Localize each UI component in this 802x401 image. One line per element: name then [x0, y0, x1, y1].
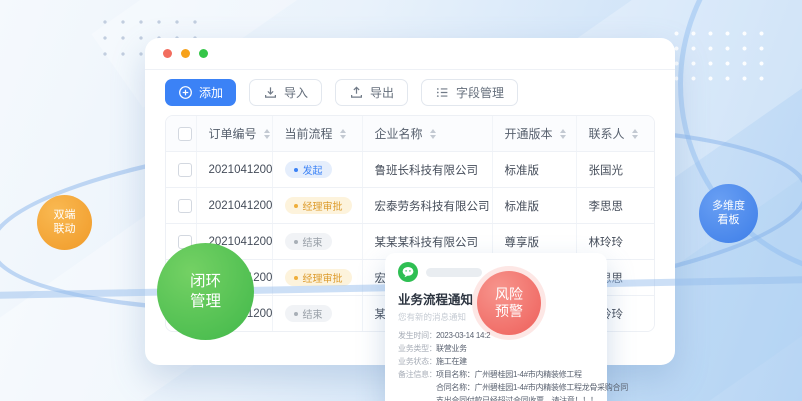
sort-icon[interactable]	[632, 129, 638, 139]
stage-label: 经理审批	[303, 198, 343, 213]
badge-label: 联动	[54, 223, 76, 237]
field-manage-button[interactable]: 字段管理	[421, 79, 518, 106]
export-button[interactable]: 导出	[335, 79, 408, 106]
row-checkbox[interactable]	[178, 199, 192, 213]
order-no-cell: 20210412001	[196, 152, 272, 188]
import-button-label: 导入	[284, 84, 308, 101]
stage-tag: 发起	[285, 161, 332, 178]
import-button[interactable]: 导入	[249, 79, 322, 106]
sort-icon[interactable]	[430, 129, 436, 139]
field-label: 备注信息：	[398, 368, 436, 381]
stage-label: 经理审批	[303, 270, 343, 285]
toolbar: 添加 导入 导出 字段管理	[145, 70, 675, 106]
version-cell: 标准版	[492, 152, 576, 188]
badge-dual-linkage: 双端 联动	[37, 195, 92, 250]
import-icon	[263, 85, 278, 100]
table-header-row: 订单编号 当前流程 企业名称 开通版本 联系人	[166, 116, 655, 152]
row-checkbox[interactable]	[178, 163, 192, 177]
column-header-label: 开通版本	[505, 125, 553, 142]
window-titlebar	[145, 38, 675, 70]
badge-label: 双端	[54, 209, 76, 223]
column-header[interactable]: 开通版本	[492, 116, 576, 152]
traffic-light-yellow-icon[interactable]	[181, 49, 190, 58]
field-label: 发生时间：	[398, 329, 436, 342]
badge-label: 看板	[718, 214, 740, 228]
table-row[interactable]: 20210412001 发起 鲁班长科技有限公司 标准版 张国光	[166, 152, 655, 188]
stage-dot-icon	[294, 204, 298, 208]
field-value: 合同名称：广州碧桂园1-4#市内精装修工程龙骨采购合同	[436, 381, 628, 394]
field-value: 2023-03-14 14:2	[436, 329, 490, 342]
stage-tag: 结束	[285, 305, 332, 322]
stage-label: 结束	[303, 306, 323, 321]
version-cell: 标准版	[492, 188, 576, 224]
field-value: 联营业务	[436, 342, 467, 355]
stage-tag: 经理审批	[285, 269, 352, 286]
badge-label: 风险	[495, 286, 523, 304]
column-header-label: 联系人	[589, 125, 625, 142]
badge-label: 多维度	[712, 200, 745, 214]
stage-tag: 结束	[285, 233, 332, 250]
stage-dot-icon	[294, 312, 298, 316]
stage-dot-icon	[294, 168, 298, 172]
add-button[interactable]: 添加	[165, 79, 236, 106]
stage-dot-icon	[294, 276, 298, 280]
order-no-cell: 20210412002	[196, 188, 272, 224]
export-icon	[349, 85, 364, 100]
badge-label: 预警	[495, 303, 523, 321]
field-label	[398, 381, 436, 394]
stage-dot-icon	[294, 240, 298, 244]
popup-field-row: 备注信息： 项目名称：广州碧桂园1-4#市内精装修工程	[398, 368, 596, 381]
column-header-label: 订单编号	[209, 125, 257, 142]
field-label: 业务状态：	[398, 355, 436, 368]
column-header-label: 企业名称	[375, 125, 423, 142]
popup-field-row: 业务类型： 联营业务	[398, 342, 596, 355]
stage-tag: 经理审批	[285, 197, 352, 214]
contact-cell: 张国光	[576, 152, 655, 188]
badge-label: 闭环	[190, 272, 221, 291]
sort-icon[interactable]	[340, 129, 346, 139]
field-list-icon	[435, 85, 450, 100]
sort-icon[interactable]	[264, 129, 270, 139]
stage-label: 发起	[303, 162, 323, 177]
plus-circle-icon	[178, 85, 193, 100]
popup-fields: 发生时间： 2023-03-14 14:2 业务类型： 联营业务 业务状态： 施…	[398, 329, 596, 401]
add-button-label: 添加	[199, 84, 223, 101]
sort-icon[interactable]	[560, 129, 566, 139]
column-header[interactable]: 企业名称	[362, 116, 492, 152]
field-value: 施工在建	[436, 355, 467, 368]
field-label	[398, 394, 436, 401]
column-header[interactable]: 当前流程	[272, 116, 362, 152]
column-header[interactable]: 联系人	[576, 116, 655, 152]
company-cell: 宏泰劳务科技有限公司	[362, 188, 492, 224]
sender-placeholder	[426, 268, 482, 277]
traffic-light-red-icon[interactable]	[163, 49, 172, 58]
export-button-label: 导出	[370, 84, 394, 101]
select-all-checkbox[interactable]	[178, 127, 192, 141]
table-row[interactable]: 20210412002 经理审批 宏泰劳务科技有限公司 标准版 李思思	[166, 188, 655, 224]
field-value: 支出合同付款已经超过合同收票，请注意！！！	[436, 394, 598, 401]
badge-multi-dashboard: 多维度 看板	[699, 184, 758, 243]
popup-field-row: 支出合同付款已经超过合同收票，请注意！！！	[398, 394, 596, 401]
field-value: 项目名称：广州碧桂园1-4#市内精装修工程	[436, 368, 582, 381]
popup-field-row: 业务状态： 施工在建	[398, 355, 596, 368]
badge-label: 管理	[190, 292, 221, 311]
popup-field-row: 合同名称：广州碧桂园1-4#市内精装修工程龙骨采购合同	[398, 381, 596, 394]
wechat-icon	[398, 262, 418, 282]
contact-cell: 李思思	[576, 188, 655, 224]
column-header-label: 当前流程	[285, 125, 333, 142]
field-manage-button-label: 字段管理	[456, 84, 504, 101]
traffic-light-green-icon[interactable]	[199, 49, 208, 58]
stage-label: 结束	[303, 234, 323, 249]
page-background: 添加 导入 导出 字段管理	[0, 0, 802, 401]
column-header[interactable]: 订单编号	[196, 116, 272, 152]
field-label: 业务类型：	[398, 342, 436, 355]
badge-risk-warning: 风险 预警	[477, 271, 541, 335]
company-cell: 鲁班长科技有限公司	[362, 152, 492, 188]
badge-closed-loop: 闭环 管理	[157, 243, 254, 340]
